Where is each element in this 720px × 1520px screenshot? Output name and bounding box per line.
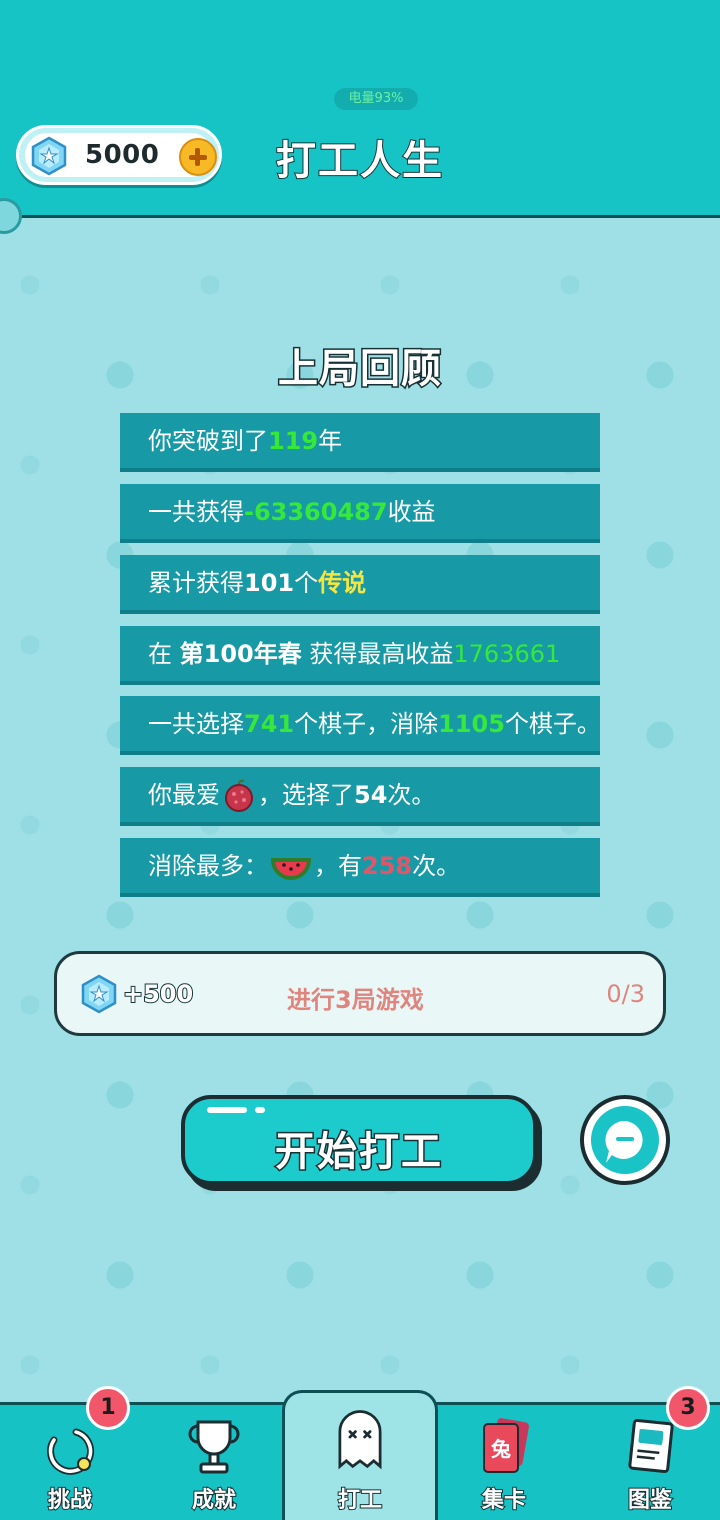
row-text: 收益: [387, 498, 436, 526]
selected-count: 741: [244, 710, 295, 738]
nav-label: 打工: [337, 1487, 383, 1514]
row-text: 年: [318, 427, 343, 455]
gem-balance[interactable]: 5000: [16, 125, 222, 185]
row-text: 你突破到了: [148, 427, 268, 455]
row-text: 在: [148, 640, 180, 668]
button-shine: [255, 1107, 265, 1113]
task-progress: 0/3: [606, 980, 645, 1008]
row-text: 获得最高收益: [301, 640, 454, 668]
review-row-legend: 累计获得101个传说: [120, 555, 600, 614]
row-text: 个: [294, 569, 319, 597]
rabbit-card-icon: 兔: [483, 1418, 529, 1473]
row-text: ，选择了: [258, 781, 354, 809]
gem-icon: [81, 974, 117, 1014]
review-row-income: 一共获得-63360487收益: [120, 484, 600, 543]
challenge-ring-icon: [47, 1428, 95, 1475]
row-text: 个棋子，消除: [294, 710, 439, 738]
nav-item-achievements[interactable]: 成就: [144, 1402, 284, 1520]
task-reward: +500: [122, 979, 194, 1009]
best-income-value: 1763661: [453, 640, 561, 668]
nav-item-work[interactable]: 打工: [290, 1402, 430, 1520]
row-text: 次。: [387, 781, 436, 809]
gem-icon: [31, 136, 67, 176]
row-text: 一共获得: [148, 498, 244, 526]
page-title: 打工人生: [275, 137, 444, 185]
row-text: 累计获得: [148, 569, 244, 597]
add-gems-button[interactable]: [179, 138, 217, 176]
nav-item-challenge[interactable]: 挑战 1: [0, 1386, 140, 1520]
review-title: 上局回顾: [277, 345, 443, 394]
daily-task-bar[interactable]: +500 进行3局游戏 0/3: [54, 951, 666, 1036]
card-char: 兔: [490, 1437, 511, 1461]
top-bar: 电量93% 5000 打工人生: [0, 0, 720, 218]
task-description: 进行3局游戏: [287, 986, 424, 1014]
chat-button[interactable]: [580, 1095, 670, 1185]
row-text: 个棋子。: [504, 710, 601, 738]
row-text: ，有: [314, 852, 362, 880]
review-row-years: 你突破到了119年: [120, 413, 600, 472]
review-row-pieces: 一共选择741个棋子，消除1105个棋子。: [120, 696, 601, 755]
best-season: 第100年春: [179, 640, 302, 668]
nav-label: 集卡: [481, 1487, 527, 1514]
ghost-icon: [338, 1410, 382, 1470]
legend-count: 101: [244, 569, 295, 597]
chat-bubble-icon: [605, 1120, 643, 1163]
battery-indicator: 电量93%: [334, 88, 418, 110]
button-shine: [207, 1107, 247, 1113]
row-text: 次。: [412, 852, 461, 880]
legend-label: 传说: [318, 569, 367, 597]
review-row-best-income: 在 第100年春 获得最高收益1763661: [120, 626, 600, 685]
nav-item-cards[interactable]: 兔 集卡: [434, 1402, 574, 1520]
row-text: 一共选择: [148, 710, 244, 738]
notification-badge: 3: [666, 1386, 710, 1430]
lychee-icon: [225, 779, 253, 812]
eliminated-count: 1105: [438, 710, 505, 738]
nav-label: 成就: [191, 1487, 237, 1514]
review-row-most-eliminated: 消除最多： ，有258次。: [120, 838, 600, 897]
gem-count: 5000: [85, 140, 160, 170]
income-value: -63360487: [244, 498, 388, 526]
row-text: 消除最多：: [148, 852, 268, 880]
nav-item-collection[interactable]: 图鉴 3: [580, 1386, 720, 1520]
start-work-label: 开始打工: [274, 1128, 443, 1177]
eliminated-times: 258: [362, 852, 413, 880]
nav-label: 图鉴: [627, 1487, 673, 1514]
years-value: 119: [268, 427, 319, 455]
trophy-icon: [188, 1420, 240, 1474]
row-text: 你最爱: [148, 781, 220, 809]
start-work-button[interactable]: 开始打工: [181, 1095, 537, 1185]
watermelon-icon: [270, 858, 312, 880]
book-icon: [628, 1418, 674, 1474]
nav-label: 挑战: [47, 1487, 93, 1514]
review-row-favorite: 你最爱 ，选择了54次。: [120, 767, 600, 826]
favorite-count: 54: [354, 781, 388, 809]
notification-badge: 1: [86, 1386, 130, 1430]
